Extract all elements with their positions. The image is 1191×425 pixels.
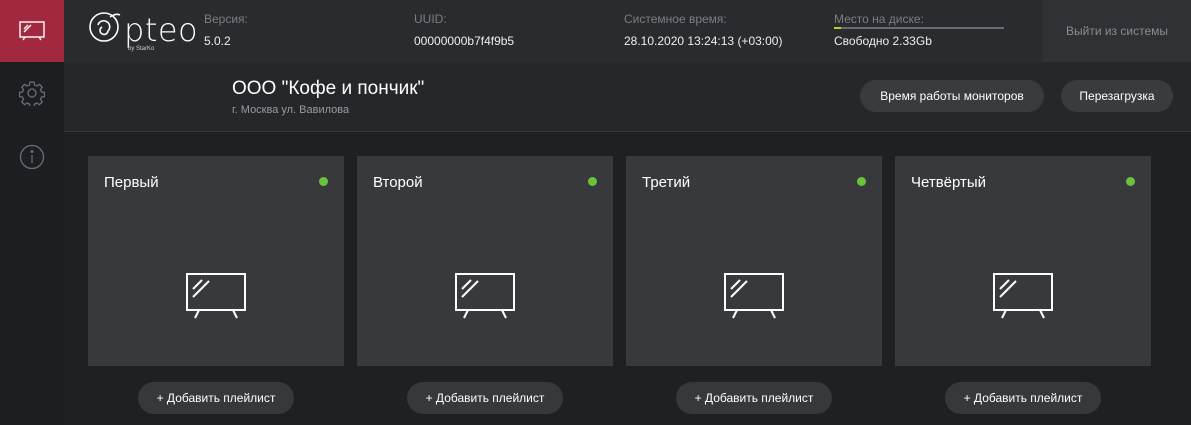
reboot-button[interactable]: Перезагрузка	[1061, 80, 1173, 112]
monitor-uptime-button[interactable]: Время работы мониторов	[860, 80, 1044, 112]
add-playlist-button-4[interactable]: + Добавить плейлист	[945, 382, 1101, 414]
app-root: pteo by StarKo Версия: 5.0.2 UUID: 00000…	[0, 0, 1191, 425]
disk-usage-fill	[834, 27, 841, 29]
tv-icon	[993, 273, 1053, 319]
company-bar: ООО "Кофе и пончик" г. Москва ул. Вавило…	[64, 62, 1191, 132]
version-info: Версия: 5.0.2	[204, 12, 248, 48]
add-playlist-button-2[interactable]: + Добавить плейлист	[407, 382, 563, 414]
monitor-card-1[interactable]: Первый	[88, 156, 344, 366]
status-indicator	[857, 177, 866, 186]
version-label: Версия:	[204, 12, 248, 26]
monitor-name: Четвёртый	[911, 174, 987, 191]
monitor-grid: Первый + Добавить плейлист Второй + Доба…	[64, 132, 1191, 425]
logout-button[interactable]: Выйти из системы	[1043, 0, 1191, 62]
system-time-info: Системное время: 28.10.2020 13:24:13 (+0…	[624, 12, 782, 48]
tv-icon	[186, 273, 246, 319]
monitor-card-3[interactable]: Третий	[626, 156, 882, 366]
sidebar-item-monitors[interactable]	[0, 0, 64, 62]
tv-icon	[724, 273, 784, 319]
uuid-info: UUID: 00000000b7f4f9b5	[414, 12, 514, 48]
company-address: г. Москва ул. Вавилова	[232, 104, 350, 116]
monitor-card-2[interactable]: Второй	[357, 156, 613, 366]
info-icon	[19, 144, 45, 170]
version-value: 5.0.2	[204, 34, 231, 48]
monitor-icon	[19, 21, 45, 41]
logo-swirl-icon	[89, 12, 121, 42]
logo-text: pteo	[124, 11, 199, 49]
status-indicator	[588, 177, 597, 186]
disk-info: Место на диске: Свободно 2.33Gb	[834, 12, 1006, 48]
sidebar	[0, 0, 64, 425]
monitor-name: Второй	[373, 174, 423, 191]
monitor-name: Первый	[104, 174, 159, 191]
uuid-value: 00000000b7f4f9b5	[414, 34, 515, 48]
system-time-label: Системное время:	[624, 12, 727, 26]
disk-label: Место на диске:	[834, 12, 924, 26]
opteo-logo[interactable]: pteo by StarKo	[88, 5, 198, 57]
add-playlist-button-3[interactable]: + Добавить плейлист	[676, 382, 832, 414]
monitor-name: Третий	[642, 174, 691, 191]
sidebar-item-info[interactable]	[0, 126, 64, 188]
monitor-card-4[interactable]: Четвёртый	[895, 156, 1151, 366]
tv-icon	[455, 273, 515, 319]
add-playlist-button-1[interactable]: + Добавить плейлист	[138, 382, 294, 414]
system-time-value: 28.10.2020 13:24:13 (+03:00)	[624, 34, 783, 48]
disk-value: Свободно 2.33Gb	[834, 34, 932, 48]
logo-subtitle: by StarKo	[128, 46, 155, 52]
sidebar-item-settings[interactable]	[0, 62, 64, 124]
uuid-label: UUID:	[414, 12, 447, 26]
company-name: ООО "Кофе и пончик"	[232, 78, 425, 99]
disk-usage-bar	[834, 27, 1004, 29]
top-header: pteo by StarKo Версия: 5.0.2 UUID: 00000…	[64, 0, 1191, 62]
gear-icon	[19, 81, 45, 106]
status-indicator	[1126, 177, 1135, 186]
status-indicator	[319, 177, 328, 186]
